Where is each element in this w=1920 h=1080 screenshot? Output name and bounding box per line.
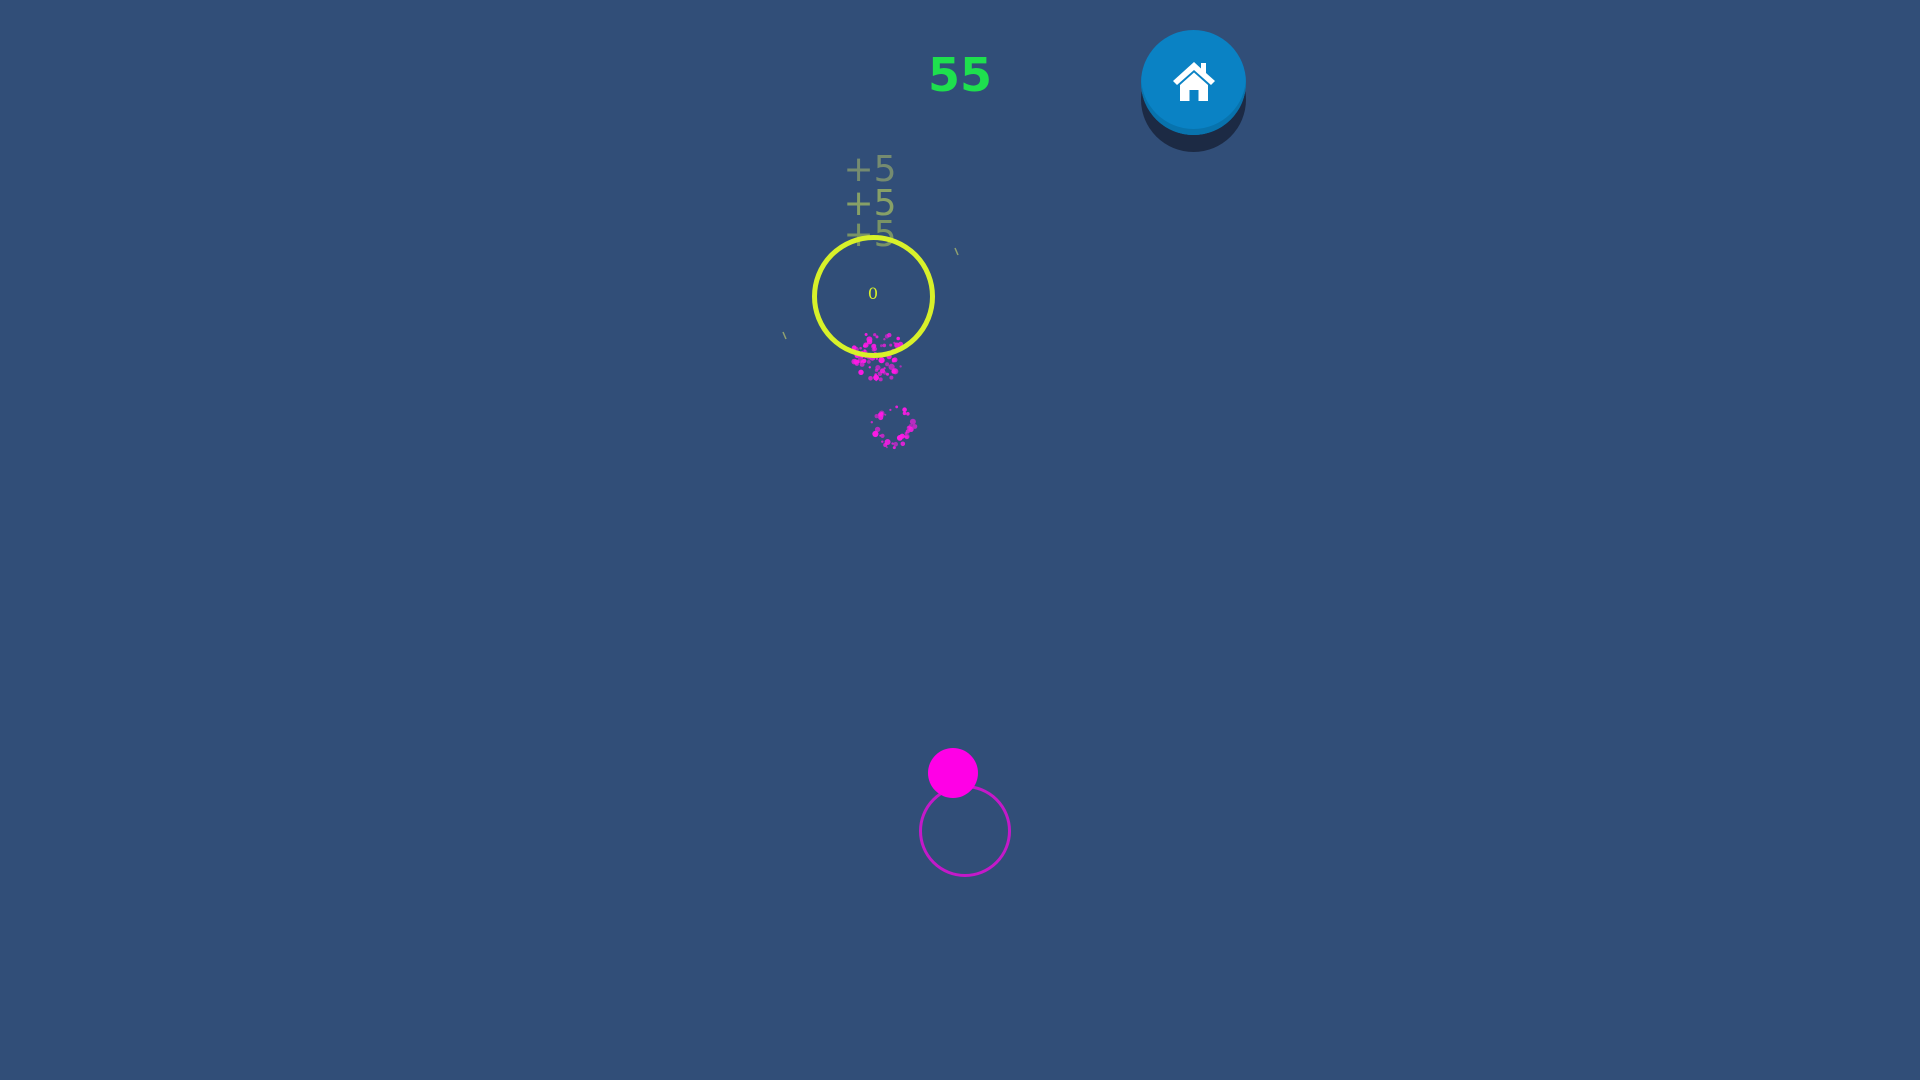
game-stage[interactable]: 55 +5 +5 +5 0 [0, 0, 1920, 1080]
particle [895, 405, 899, 409]
particle [891, 358, 896, 362]
particle [885, 446, 888, 449]
particle [868, 376, 873, 381]
particle [883, 367, 886, 370]
particle [891, 442, 894, 445]
particle [902, 411, 907, 416]
particle [886, 372, 889, 376]
particle [875, 357, 879, 360]
particle [854, 360, 858, 365]
particle [884, 439, 891, 445]
particle [878, 410, 885, 417]
particle [902, 407, 907, 413]
particle [891, 369, 896, 374]
particle [881, 440, 884, 443]
debris-streak [954, 247, 959, 256]
particle [878, 377, 883, 382]
player-ball[interactable] [928, 748, 978, 798]
particle [889, 375, 894, 380]
particle [906, 412, 910, 416]
particle [880, 433, 885, 438]
player-orbit-ring [919, 785, 1011, 877]
particle [904, 433, 910, 440]
particle [868, 366, 871, 369]
particle-effects [782, 247, 959, 450]
particle [893, 441, 898, 447]
particle [909, 418, 916, 425]
particle [866, 360, 871, 364]
particle [877, 371, 883, 377]
particle-burst [870, 405, 918, 450]
particle [874, 414, 879, 419]
particle [875, 379, 878, 382]
particle [874, 373, 877, 376]
particle [892, 446, 896, 450]
target-counter: 0 [867, 284, 879, 303]
particle [908, 426, 914, 432]
particle [889, 408, 892, 411]
particle [874, 368, 879, 372]
particle [884, 413, 887, 416]
particle [872, 431, 879, 438]
particle [857, 357, 864, 364]
debris-streak [782, 331, 787, 340]
particle [900, 441, 906, 447]
particle [870, 421, 873, 424]
particle [883, 371, 887, 375]
particle [858, 369, 864, 375]
particle [874, 426, 881, 433]
particle [885, 362, 890, 367]
particle [899, 433, 905, 439]
particle [899, 365, 902, 368]
particle [880, 358, 883, 361]
